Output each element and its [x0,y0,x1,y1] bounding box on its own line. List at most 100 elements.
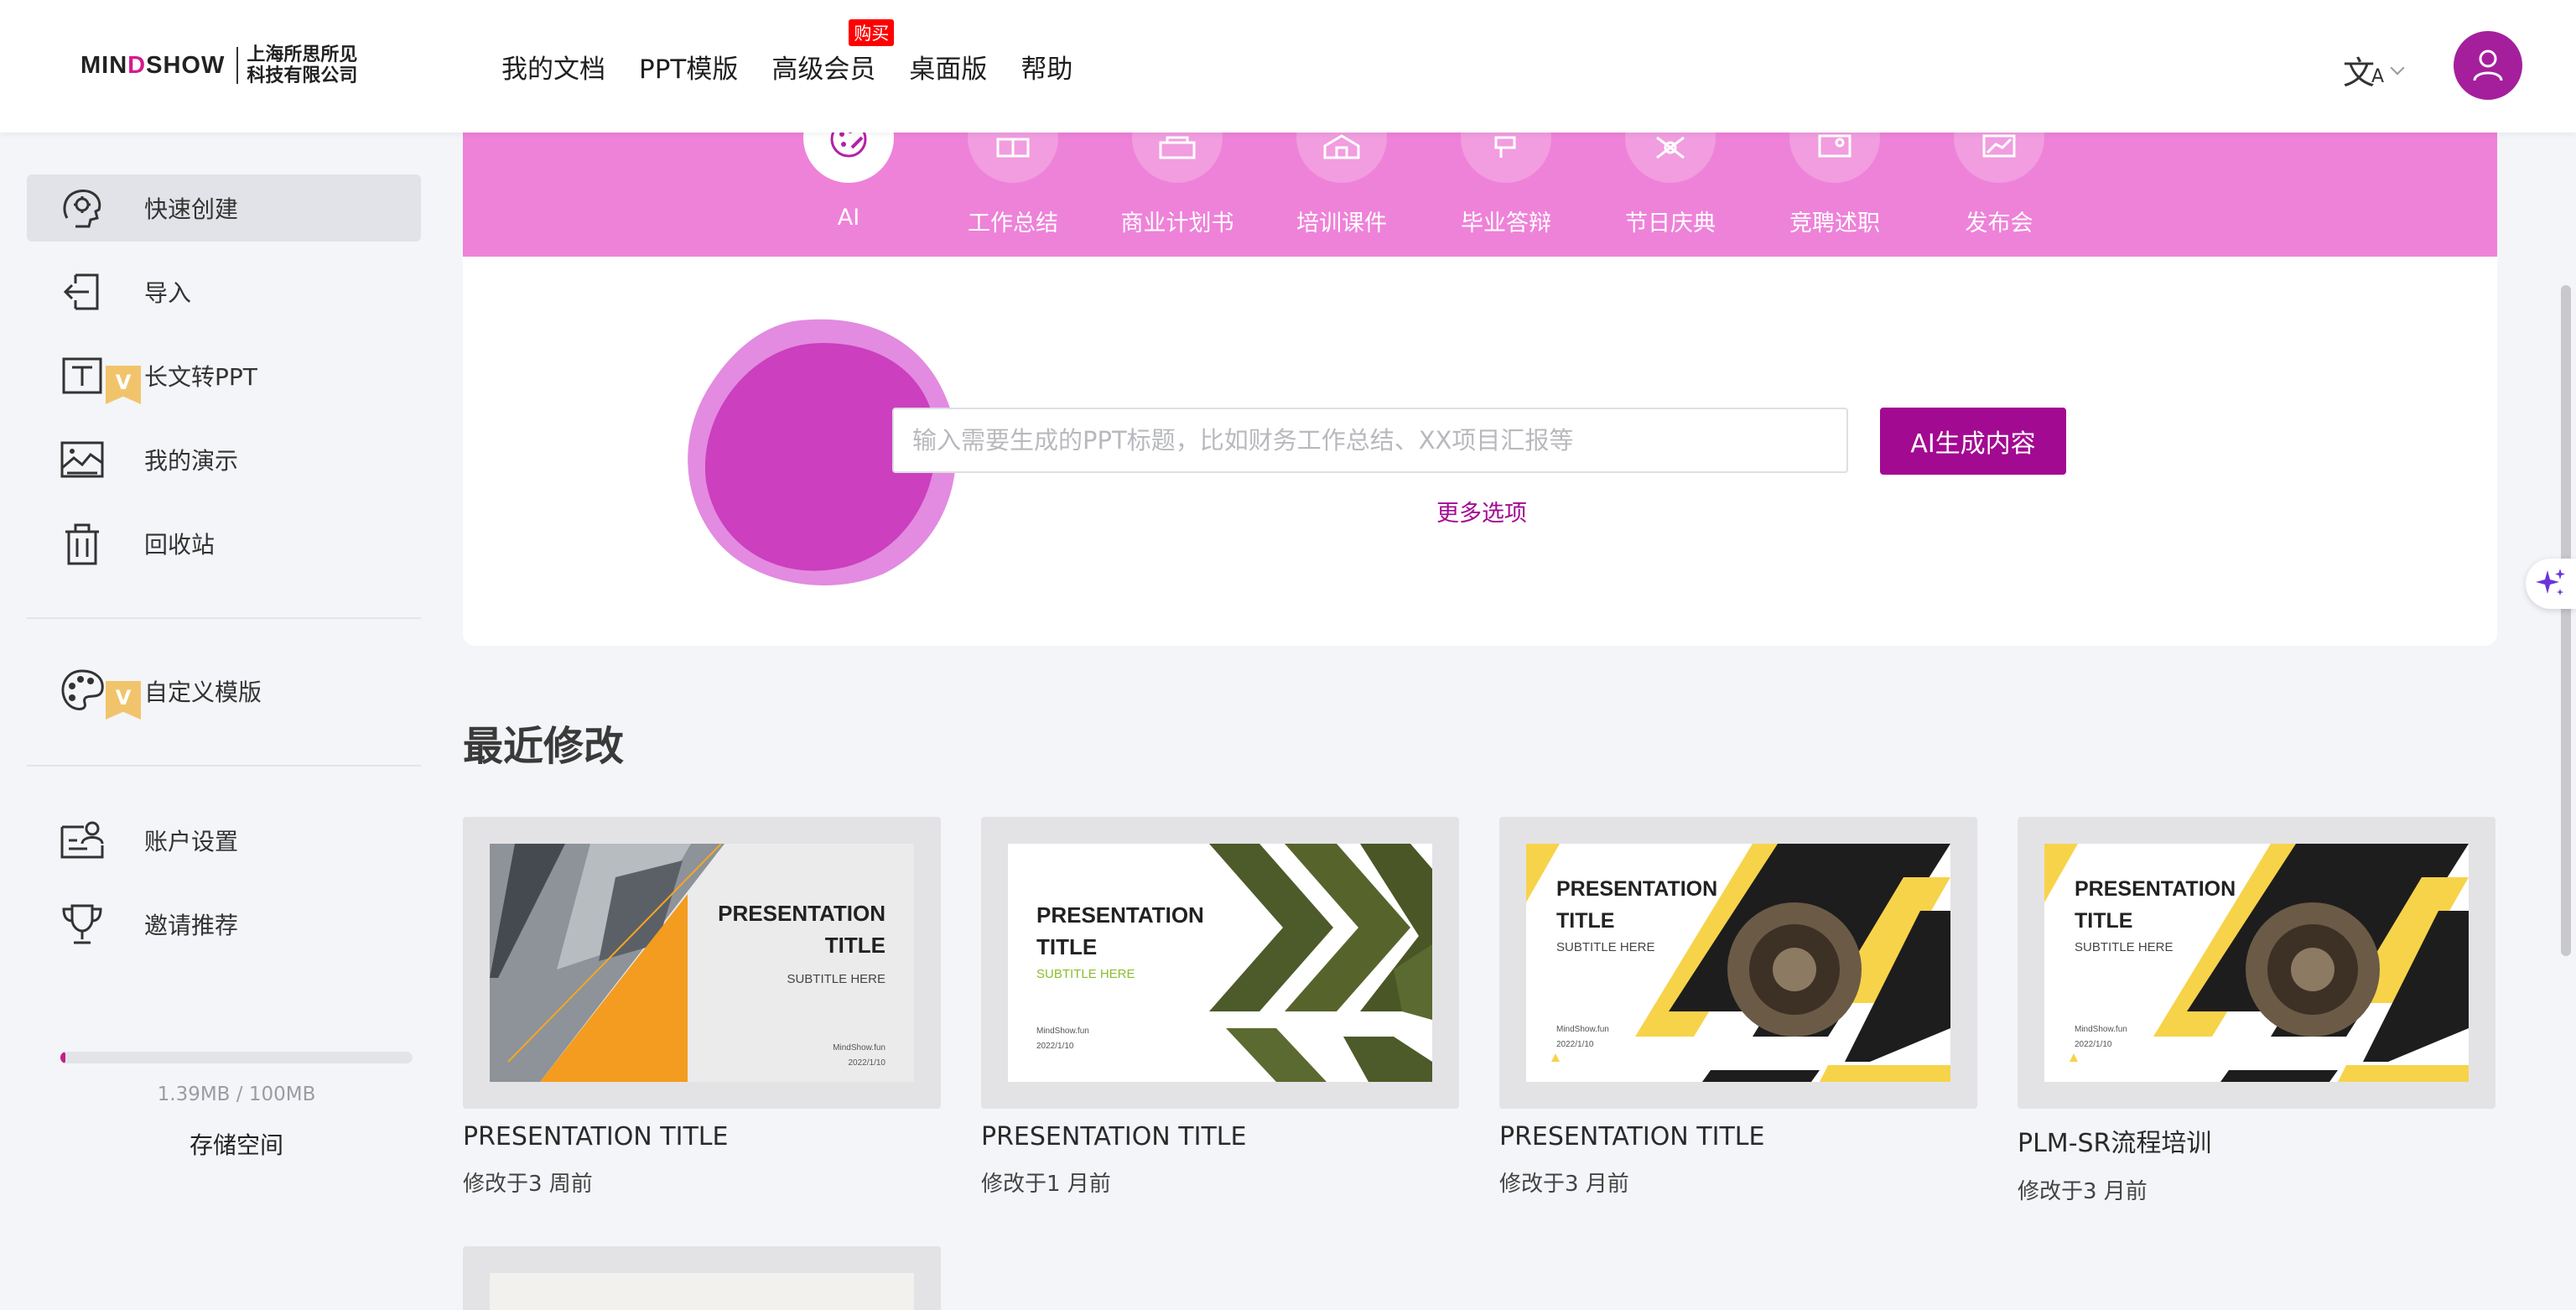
category-holiday[interactable]: 节日庆典 [1603,92,1737,257]
category-business-plan[interactable]: 商业计划书 [1110,92,1244,257]
category-label: 发布会 [1965,211,2033,237]
sidebar-item-label: 账户设置 [144,828,239,855]
sidebar-item-label: 导入 [144,279,192,307]
card-thumbnail[interactable]: PRESENTATION TITLE SUBTITLE HERE MindSho… [2018,817,2496,1109]
sidebar-item-label: 快速创建 [144,195,239,223]
slide-gear-graphic: PRESENTATION TITLE SUBTITLE HERE MindSho… [2044,844,2469,1082]
card-modified-time: 修改于3 月前 [2018,1179,2148,1204]
more-options-link[interactable]: 更多选项 [1385,495,1578,528]
slide-title-line2: TITLE [1036,934,1097,959]
slide-subtitle: SUBTITLE HERE [1036,967,1135,981]
sidebar-divider [27,617,421,619]
category-training[interactable]: 培训课件 [1275,92,1409,257]
brain-head-icon [63,190,101,228]
category-label: 节日庆典 [1625,211,1716,237]
user-icon [2473,49,2503,81]
recent-card: PRESENTATION TITLE SUBTITLE HERE MindSho… [981,817,1459,1198]
slide-title-line2: TITLE [825,933,886,958]
card-thumbnail[interactable]: PRESENTATION TITLE SUBTITLE HERE MindSho… [981,817,1459,1109]
logo-wordmark: MINDSHOW [80,51,226,79]
floating-ai-button[interactable] [2526,559,2576,609]
sidebar-item-recycle-bin[interactable]: 回收站 [27,510,421,577]
nav-desktop[interactable]: 桌面版 [909,48,987,86]
presentation-image-icon [60,441,104,478]
card-modified-time: 修改于3 周前 [463,1172,593,1197]
card-title[interactable]: PRESENTATION TITLE [981,1122,1459,1151]
slide-site: MindShow.fun [1556,1025,1609,1034]
slide-hedge-graphic: PRESENTATION TITLE SUBTITLE HERE MindSho… [1008,844,1432,1082]
slide-title-line2: TITLE [2075,909,2132,933]
recent-card: PRESENTATION TITLE SUBTITLE HERE MindSho… [463,817,941,1198]
card-thumbnail[interactable]: PRESENTATION TITLE SUBTITLE HERE MindSho… [463,817,941,1109]
ai-generate-button[interactable]: AI生成内容 [1880,408,2066,475]
sidebar-item-my-presentations[interactable]: 我的演示 [27,426,421,493]
category-label: 商业计划书 [1120,211,1234,237]
nav-ppt-templates[interactable]: PPT模版 [639,48,738,86]
card-title[interactable]: PRESENTATION TITLE [463,1122,941,1151]
ai-title-input[interactable] [892,408,1848,473]
sidebar-divider [27,765,421,767]
storage-usage-text: 1.39MB / 100MB [157,1084,316,1105]
storage-progress-bar [60,1052,413,1063]
card-modified-time: 修改于3 月前 [1499,1172,1629,1197]
vip-badge: V [106,366,141,404]
card-title[interactable]: PRESENTATION TITLE [1499,1122,1977,1151]
slide-date: 2022/1/10 [2075,1040,2112,1049]
category-graduation-defense[interactable]: 毕业答辩 [1439,92,1573,257]
category-label: 工作总结 [968,211,1058,237]
slide-date: 2022/1/10 [1036,1042,1074,1051]
slide-title-line2: TITLE [1556,909,1614,933]
nav-premium[interactable]: 高级会员 购买 [771,18,895,86]
card-modified-time: 修改于1 月前 [981,1172,1111,1197]
trash-icon [65,523,99,565]
card-thumbnail[interactable]: PRESENTATION TITLE SUBTITLE HERE MindSho… [1499,817,1977,1109]
sidebar-item-label: 邀请推荐 [144,912,239,939]
user-avatar[interactable] [2454,31,2522,100]
category-ai[interactable]: AI [782,92,916,257]
nav-premium-label: 高级会员 [771,54,876,85]
nav-my-documents[interactable]: 我的文档 [501,48,605,86]
slide-site: MindShow.fun [1036,1027,1089,1036]
recent-card: PRESENTATION TITLE SUBTITLE HERE MindSho… [2018,817,2496,1205]
category-work-summary[interactable]: 工作总结 [946,92,1080,257]
language-switch[interactable]: 文 A [2343,47,2405,93]
slide-preview: PRESENTATION TITLE SUBTITLE HERE MindSho… [1008,844,1432,1082]
sidebar-item-account-settings[interactable]: 账户设置 [27,807,421,874]
card-title[interactable]: PLM-SR流程培训 [2018,1122,2496,1159]
sidebar-item-label: 回收站 [144,531,216,559]
recent-card-partial[interactable] [463,1246,941,1310]
translate-icon-sub: A [2371,66,2385,87]
slide-date: 2022/1/10 [1556,1040,1594,1049]
recent-section-title: 最近修改 [463,723,625,770]
slide-site: MindShow.fun [833,1043,886,1053]
logo[interactable]: MINDSHOW 上海所思所见 科技有限公司 [80,42,357,89]
recent-card: PRESENTATION TITLE SUBTITLE HERE MindSho… [1499,817,1977,1198]
palette-icon [61,669,104,710]
sidebar: 快速创建 导入 V 长文转PPT 我的演示 回收站 V 自定义模版 账户设置 邀… [0,133,446,1310]
category-label: AI [837,205,860,231]
sidebar-item-import[interactable]: 导入 [27,258,421,325]
category-banner: AI 工作总结 商业计划书 培训课件 毕业答辩 节日庆典 竞聘述职 发布会 [463,92,2497,257]
chevron-down-icon [2390,60,2405,75]
sidebar-item-invite[interactable]: 邀请推荐 [27,891,421,958]
slide-preview: PRESENTATION TITLE SUBTITLE HERE MindSho… [490,844,914,1082]
nav-help[interactable]: 帮助 [1021,48,1072,86]
main-nav: 我的文档 PPT模版 高级会员 购买 桌面版 帮助 [501,18,1106,87]
sidebar-item-label: 长文转PPT [144,363,257,391]
sidebar-item-custom-template[interactable]: V 自定义模版 [27,658,421,725]
slide-site: MindShow.fun [2075,1025,2127,1034]
ai-generate-panel: AI生成内容 更多选项 [463,257,2497,646]
slide-title-line1: PRESENTATION [718,901,886,926]
slide-title-line1: PRESENTATION [1036,902,1204,928]
import-icon [63,273,99,310]
sidebar-item-long-text-to-ppt[interactable]: V 长文转PPT [27,342,421,409]
text-to-ppt-icon [62,357,102,394]
logo-company-name: 上海所思所见 科技有限公司 [247,44,358,86]
category-launch-event[interactable]: 发布会 [1932,92,2066,257]
sidebar-item-quick-create[interactable]: 快速创建 [27,174,421,242]
category-label: 竞聘述职 [1789,211,1880,237]
category-job-competition[interactable]: 竞聘述职 [1768,92,1902,257]
buy-badge[interactable]: 购买 [849,18,895,46]
vip-badge: V [106,681,141,720]
scrollbar-thumb[interactable] [2561,285,2571,956]
